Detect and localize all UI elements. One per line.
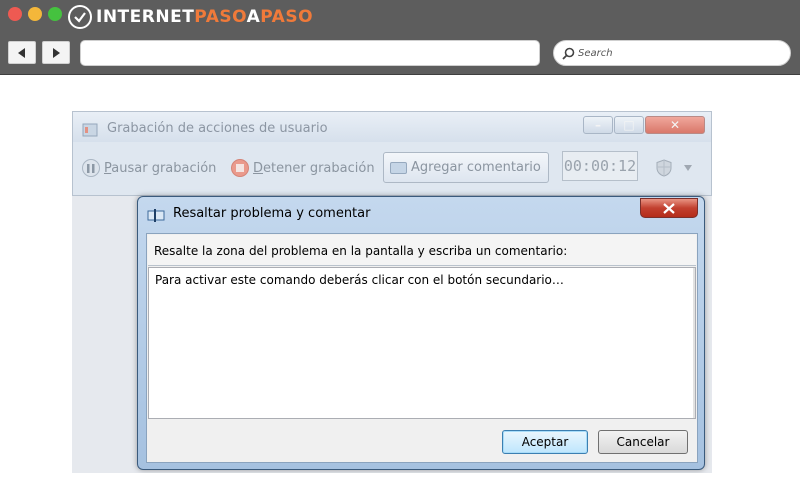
stop-recording-button[interactable]: Detener grabación [231,159,375,177]
minimize-window-button[interactable] [28,7,42,21]
logo-check-icon [68,5,92,29]
maximize-icon: □ [623,118,635,132]
accept-button[interactable]: Aceptar [502,430,588,454]
close-icon: ✕ [669,118,681,132]
back-button[interactable] [8,41,36,64]
instruction-text: Resalte la zona del problema en la panta… [154,244,568,258]
stop-recording-label: Detener grabación [253,160,375,176]
search-bar[interactable]: Search [553,40,791,66]
comment-dialog-icon [147,209,165,222]
comment-textarea[interactable]: Para activar este comando deberás clicar… [148,267,696,419]
add-comment-label: Agregar comentario [411,160,541,175]
close-window-button[interactable] [8,7,22,21]
recording-timer: 00:00:12 [562,151,638,181]
stop-icon [231,159,249,177]
search-placeholder: Search [578,47,613,59]
screenshot-area: Grabación de acciones de usuario – □ ✕ P… [72,111,712,473]
minimize-icon: – [595,118,601,132]
recorder-minimize-button[interactable]: – [583,116,613,134]
pause-icon [82,159,100,177]
instruction-box: Resalte la zona del problema en la panta… [148,235,696,266]
shield-icon[interactable] [656,159,672,177]
magnifier-icon [562,47,575,60]
close-icon [663,202,675,214]
dialog-body: Resalte la zona del problema en la panta… [146,233,698,463]
maximize-window-button[interactable] [48,7,62,21]
recorder-close-button[interactable]: ✕ [645,116,705,134]
dialog-title: Resaltar problema y comentar [173,206,371,221]
forward-button[interactable] [42,41,70,64]
logo-text: INTERNETPASOAPASO [96,7,314,27]
pause-recording-label: Pausar grabación [104,160,217,176]
forward-arrow-icon [53,47,60,58]
recorder-app-icon [82,123,98,137]
comment-icon [390,161,407,174]
address-bar[interactable] [80,40,540,66]
pause-recording-button[interactable]: Pausar grabación [82,159,216,177]
back-arrow-icon [18,47,25,58]
comment-scrollbar[interactable] [693,268,695,418]
dialog-close-button[interactable] [640,198,698,218]
comment-text: Para activar este comando deberás clicar… [155,273,564,287]
highlight-comment-dialog: Resaltar problema y comentar Resalte la … [137,196,705,470]
recorder-maximize-button[interactable]: □ [614,116,644,134]
browser-chrome: INTERNETPASOAPASO Search [0,0,800,75]
recorder-title-bar: Grabación de acciones de usuario – □ ✕ [73,112,711,142]
site-logo[interactable]: INTERNETPASOAPASO [68,5,313,29]
chevron-down-icon[interactable] [684,165,692,171]
cancel-button[interactable]: Cancelar [598,430,688,454]
add-comment-button[interactable]: Agregar comentario [383,152,549,183]
recorder-title: Grabación de acciones de usuario [107,121,328,136]
